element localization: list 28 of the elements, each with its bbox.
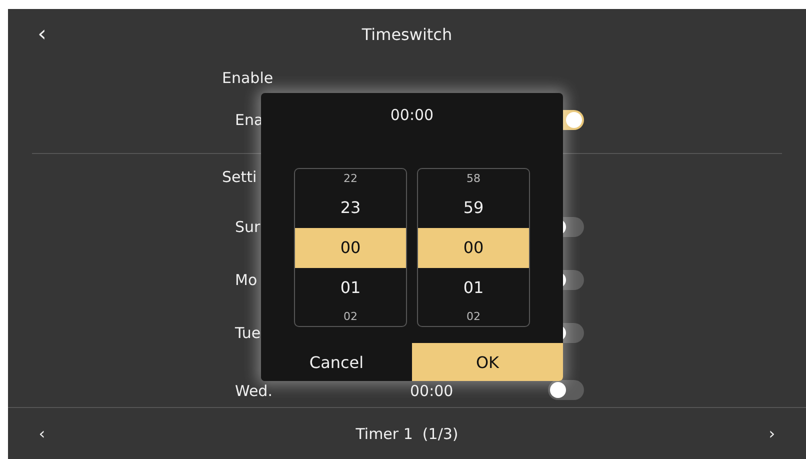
- wheel-option[interactable]: 02: [295, 308, 406, 326]
- row-label: Sur: [235, 218, 260, 236]
- wheel-option[interactable]: 22: [295, 169, 406, 188]
- wheel-option[interactable]: 23: [295, 188, 406, 228]
- row-label: Mo: [235, 270, 258, 288]
- wheel-option[interactable]: 58: [418, 169, 529, 188]
- row-label: Wed.: [235, 382, 272, 400]
- section-label: Enable: [222, 68, 274, 89]
- ok-button[interactable]: OK: [412, 343, 563, 381]
- time-value[interactable]: 00:00: [410, 382, 454, 400]
- back-button[interactable]: ‹: [32, 22, 52, 47]
- wheel-option[interactable]: 00: [295, 228, 406, 268]
- window-title: Timeswitch: [362, 25, 452, 44]
- dialog-title: 00:00: [389, 105, 435, 126]
- wheel-option[interactable]: 59: [418, 188, 529, 228]
- wheel-option[interactable]: 01: [418, 268, 529, 308]
- cancel-button[interactable]: Cancel: [261, 343, 412, 381]
- time-wheel[interactable]: 22 23 00 01 02: [294, 168, 407, 327]
- next-button[interactable]: ›: [762, 424, 782, 443]
- wheel-option[interactable]: 00: [418, 228, 529, 268]
- time-wheel[interactable]: 58 59 00 01 02: [417, 168, 530, 327]
- previous-button[interactable]: ‹: [32, 424, 52, 443]
- toggle-switch[interactable]: [548, 380, 584, 400]
- wheel-option[interactable]: 02: [418, 308, 529, 326]
- row-label: Tue: [235, 324, 261, 342]
- timer-label: Timer 1 (1/3): [356, 424, 458, 442]
- section-label: Setti: [222, 167, 257, 188]
- wheel-option[interactable]: 01: [295, 268, 406, 308]
